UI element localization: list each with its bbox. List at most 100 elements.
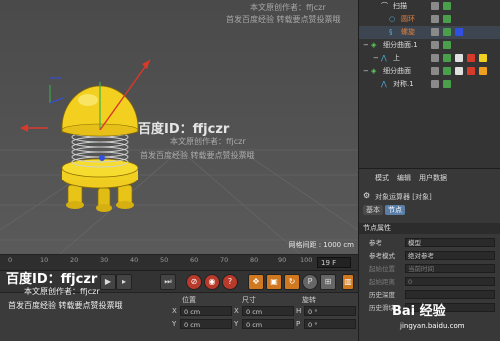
subdivision-icon: ◈ — [371, 41, 377, 49]
watermark-author-top: 本文原创作者：ffjczr — [250, 3, 326, 12]
object-row[interactable]: ○ 圆环 — [359, 13, 500, 26]
watermark-notice-bottom: 首发百度经验 转载要点赞投票哦 — [8, 301, 123, 310]
object-row-selected[interactable]: § 螺旋 — [359, 26, 500, 39]
reference-dropdown[interactable]: 模型 — [405, 238, 495, 247]
rotation-p-field[interactable]: 0 ° — [304, 319, 356, 329]
next-frame-button[interactable]: ▸ — [116, 274, 132, 290]
timeline-toggle-button[interactable]: ▥ — [342, 274, 354, 290]
timeline-tick: 70 — [220, 256, 229, 264]
stand-legs — [66, 184, 134, 212]
watermark-author: 本文原创作者：ffjczr — [170, 137, 246, 146]
keyframe-help-button[interactable]: ? — [222, 274, 238, 290]
object-manager: ⌒ 扫描 ○ 圆环 § 螺旋 − ◈ 细分曲面.1 − ⋀ 上 − ◈ 细分曲面 — [358, 0, 500, 168]
start-position-dropdown[interactable]: 当前时间 — [405, 264, 495, 273]
object-row[interactable]: − ⋀ 上 — [359, 52, 500, 65]
circle-spline-icon: ○ — [389, 15, 396, 23]
tab-node[interactable]: 节点 — [385, 205, 405, 215]
size-y-field[interactable]: 0 cm — [242, 319, 294, 329]
object-row[interactable]: ⋀ 对称.1 — [359, 78, 500, 91]
expand-icon[interactable]: − — [373, 52, 379, 65]
axis-z-handle — [99, 155, 105, 161]
timeline-tick: 60 — [190, 256, 199, 264]
visibility-icon[interactable] — [431, 80, 439, 88]
size-y-label: Y — [234, 320, 239, 328]
pla-key-button[interactable]: ⊞ — [320, 274, 336, 290]
object-label: 上 — [393, 54, 400, 62]
visibility-icon[interactable] — [431, 54, 439, 62]
tab-basic[interactable]: 基本 — [363, 205, 383, 215]
enable-check-icon[interactable] — [443, 15, 451, 23]
record-button[interactable]: ⊘ — [186, 274, 202, 290]
play-button[interactable]: ▶ — [100, 274, 116, 290]
enable-check-icon[interactable] — [443, 67, 451, 75]
visibility-icon[interactable] — [431, 15, 439, 23]
position-y-label: Y — [172, 320, 177, 328]
rotation-column-header: 旋转 — [302, 296, 316, 304]
symmetry-icon: ⋀ — [381, 80, 387, 88]
autokey-button[interactable]: ◉ — [204, 274, 220, 290]
material-tag-icon[interactable] — [467, 67, 475, 75]
timeline-tick: 30 — [100, 256, 109, 264]
watermark-author-bottom: 本文原创作者：ffjczr — [24, 287, 100, 296]
object-label: 细分曲面.1 — [383, 41, 418, 49]
object-row[interactable]: ⌒ 扫描 — [359, 0, 500, 13]
enable-check-icon[interactable] — [443, 41, 451, 49]
watermark-brand: 百度ID：ffjczr — [138, 122, 230, 137]
size-x-field[interactable]: 0 cm — [242, 306, 294, 316]
start-distance-field[interactable]: 0 — [405, 277, 495, 286]
enable-check-icon[interactable] — [443, 28, 451, 36]
spline-icon: ⌒ — [381, 2, 388, 10]
menu-user-data[interactable]: 用户数据 — [419, 173, 447, 183]
timeline-tick: 90 — [278, 256, 287, 264]
go-to-end-button[interactable]: ⏭ — [160, 274, 176, 290]
material-tag-icon[interactable] — [479, 54, 487, 62]
timeline-tick: 10 — [40, 256, 49, 264]
baidu-jingyan-logo: Bai 经验 — [392, 304, 446, 319]
timeline-tick: 100 — [300, 256, 313, 264]
subdivision-icon: ◈ — [371, 67, 377, 75]
object-row[interactable]: − ◈ 细分曲面.1 — [359, 39, 500, 52]
param-key-button[interactable]: P — [302, 274, 318, 290]
size-column-header: 尺寸 — [242, 296, 256, 304]
enable-check-icon[interactable] — [443, 54, 451, 62]
baidu-jingyan-url: jingyan.baidu.com — [400, 322, 465, 330]
rotation-h-label: H — [296, 307, 302, 315]
timeline-tick: 50 — [160, 256, 169, 264]
watermark-brand-bottom: 百度ID：ffjczr — [6, 272, 98, 287]
material-tag-icon[interactable] — [455, 67, 463, 75]
timeline-tick: 80 — [250, 256, 259, 264]
param-label: 参考模式 — [369, 252, 395, 260]
position-column-header: 位置 — [182, 296, 196, 304]
enable-check-icon[interactable] — [443, 80, 451, 88]
param-row: 起始位置 当前时间 — [359, 263, 500, 275]
expand-icon[interactable]: − — [363, 39, 369, 52]
param-row: 参考模式 绝对参考 — [359, 250, 500, 262]
current-frame-field[interactable]: 19 F — [317, 257, 351, 268]
rotation-h-field[interactable]: 0 ° — [304, 306, 356, 316]
reference-mode-dropdown[interactable]: 绝对参考 — [405, 251, 495, 260]
position-x-field[interactable]: 0 cm — [180, 306, 232, 316]
enable-check-icon[interactable] — [443, 2, 451, 10]
expand-icon[interactable]: − — [363, 65, 369, 78]
visibility-icon[interactable] — [431, 41, 439, 49]
grid-spacing-label: 网格间距 : 1000 cm — [288, 241, 354, 249]
rotate-key-button[interactable]: ↻ — [284, 274, 300, 290]
scale-key-button[interactable]: ▣ — [266, 274, 282, 290]
material-tag-icon[interactable] — [467, 54, 475, 62]
object-row[interactable]: − ◈ 细分曲面 — [359, 65, 500, 78]
position-y-field[interactable]: 0 cm — [180, 319, 232, 329]
history-depth-field[interactable] — [405, 290, 495, 299]
timeline-tick: 0 — [8, 256, 13, 264]
size-x-label: X — [234, 307, 239, 315]
material-tag-icon[interactable] — [455, 54, 463, 62]
visibility-icon[interactable] — [431, 28, 439, 36]
visibility-icon[interactable] — [431, 67, 439, 75]
move-key-button[interactable]: ✥ — [248, 274, 264, 290]
param-row: 起始距离 0 — [359, 276, 500, 288]
menu-edit[interactable]: 编辑 — [397, 173, 411, 183]
material-tag-icon[interactable] — [479, 67, 487, 75]
visibility-icon[interactable] — [431, 2, 439, 10]
menu-mode[interactable]: 模式 — [375, 173, 389, 183]
param-label: 起始位置 — [369, 265, 395, 273]
tag-icon[interactable] — [455, 28, 463, 36]
